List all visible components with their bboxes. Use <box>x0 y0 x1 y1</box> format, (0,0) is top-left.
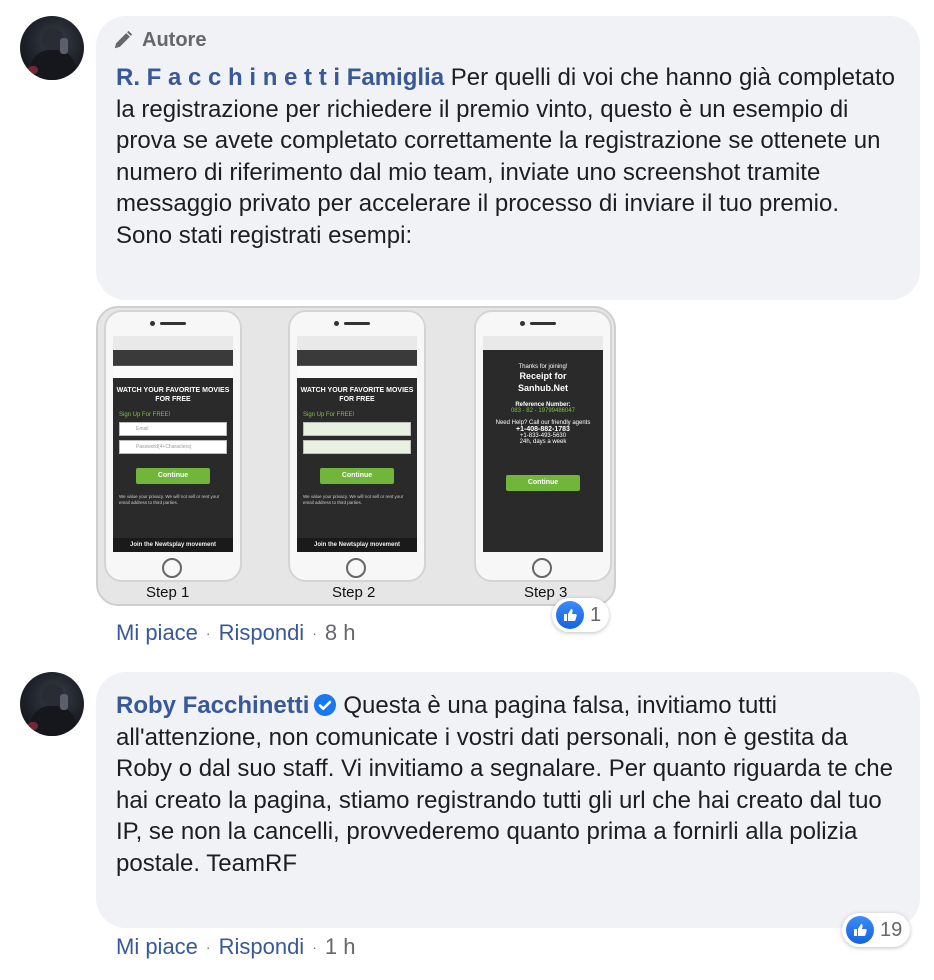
author-badge: Autore <box>112 28 206 52</box>
mock-header: WATCH YOUR FAVORITE MOVIES FOR FREE <box>300 387 414 403</box>
reaction-count[interactable]: 1 <box>552 598 610 632</box>
mock-phone: +1-408-882-1783 <box>516 426 570 433</box>
comment-timestamp[interactable]: 1 h <box>325 934 356 960</box>
comment-timestamp[interactable]: 8 h <box>325 620 356 646</box>
phone-mockup-step-3: Thanks for joining! Receipt for Sanhub.N… <box>474 310 612 582</box>
author-badge-label: Autore <box>142 28 207 51</box>
mock-email-field <box>303 422 411 436</box>
like-button[interactable]: Mi piace <box>116 620 198 646</box>
mock-continue-button: Continue <box>320 468 394 484</box>
mock-hours: 24h, days a week <box>519 439 567 445</box>
mock-receipt: Receipt for <box>519 371 567 381</box>
phone-mockup-step-1: WATCH YOUR FAVORITE MOVIES FOR FREE Sign… <box>104 310 242 582</box>
comment-text: Roby Facchinetti Questa è una pagina fals… <box>116 690 906 879</box>
comment-author-link[interactable]: Roby Facchinetti <box>116 692 309 719</box>
mock-password-field: Password(4+Characters) <box>119 440 227 454</box>
comment-body-line2: Sono stati registrati esempi: <box>116 221 413 249</box>
mock-header: WATCH YOUR FAVORITE MOVIES FOR FREE <box>116 387 230 403</box>
mock-footer: Join the Newtsplay movement <box>113 538 233 552</box>
like-icon <box>556 601 584 629</box>
mock-password-field <box>303 440 411 454</box>
reaction-count-value: 19 <box>880 918 903 941</box>
mock-site: Sanhub.Net <box>517 383 568 393</box>
reaction-count[interactable]: 19 <box>842 913 911 947</box>
comment-actions: Mi piace · Rispondi · 8 h <box>116 620 356 646</box>
comment-text: R. F a c c h i n e t t i Famiglia Per qu… <box>116 62 906 251</box>
avatar[interactable] <box>20 672 84 736</box>
mock-continue-button: Continue <box>506 475 580 491</box>
comment-author-link[interactable]: R. F a c c h i n e t t i Famiglia <box>116 64 444 91</box>
step-label: Step 1 <box>146 584 190 601</box>
like-button[interactable]: Mi piace <box>116 934 198 960</box>
mock-continue-button: Continue <box>136 468 210 484</box>
mock-email-field: Email <box>119 422 227 436</box>
mock-ref-value: 083 - 82 - 19799486047 <box>510 408 576 414</box>
comment-body: Questa è una pagina falsa, invitiamo tut… <box>116 692 893 877</box>
step-label: Step 2 <box>332 584 376 601</box>
step-label: Step 3 <box>524 584 568 601</box>
verified-badge-icon <box>314 694 337 716</box>
pencil-icon <box>114 30 133 49</box>
phone-mockup-step-2: WATCH YOUR FAVORITE MOVIES FOR FREE Sign… <box>288 310 426 582</box>
reply-button[interactable]: Rispondi <box>219 620 305 646</box>
like-icon <box>846 916 874 944</box>
attached-screenshot-image[interactable]: WATCH YOUR FAVORITE MOVIES FOR FREE Sign… <box>96 306 616 606</box>
mock-signup: Sign Up For FREE! <box>119 412 171 418</box>
reaction-count-value: 1 <box>590 603 602 626</box>
mock-signup: Sign Up For FREE! <box>303 412 355 418</box>
avatar[interactable] <box>20 16 84 80</box>
comment-actions: Mi piace · Rispondi · 1 h <box>116 934 356 960</box>
reply-button[interactable]: Rispondi <box>219 934 305 960</box>
mock-footer: Join the Newtsplay movement <box>297 538 417 552</box>
